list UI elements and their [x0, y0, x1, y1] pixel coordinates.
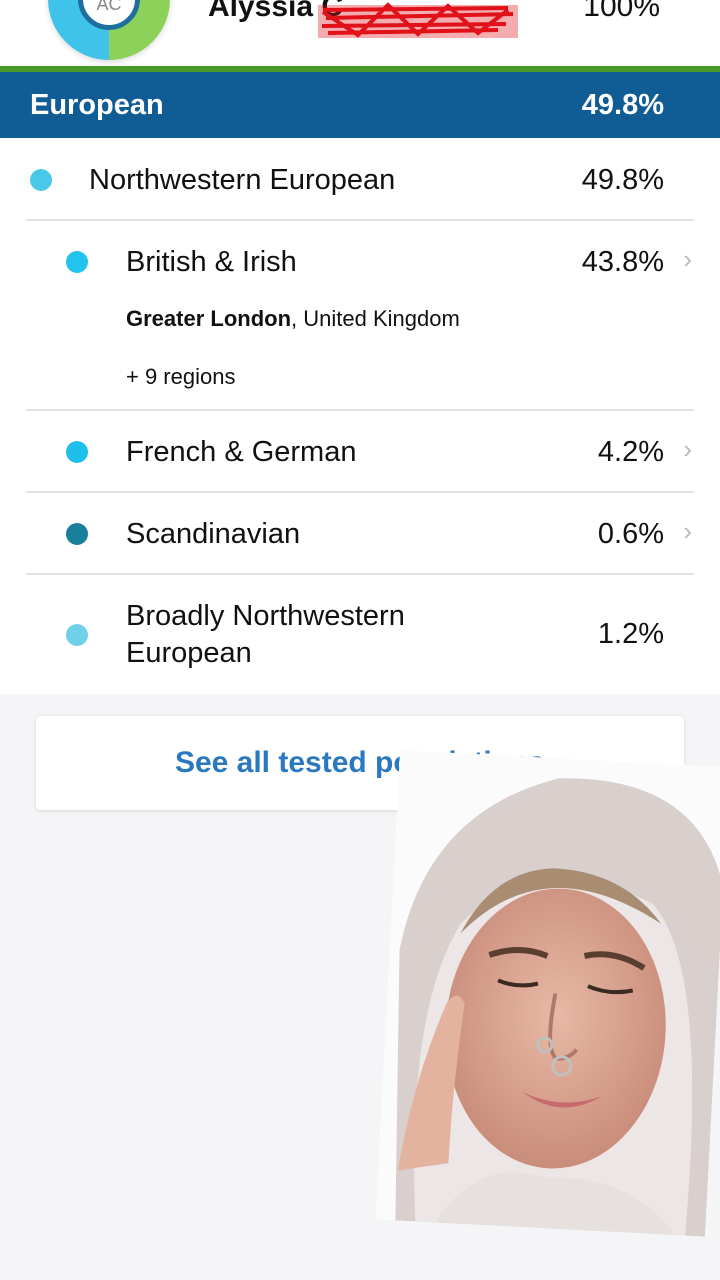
chevron-right-icon: › [683, 244, 692, 274]
more-regions-link[interactable]: + 9 regions [126, 364, 235, 390]
chevron-right-icon: › [683, 434, 692, 464]
chevron-right-icon: › [683, 516, 692, 546]
list-item-british-irish[interactable]: British & Irish 43.8% › Greater London, … [0, 220, 720, 410]
list-item-label: Northwestern European [89, 164, 396, 196]
list-item-percent: 1.2% [597, 618, 664, 650]
ancestry-donut-avatar[interactable]: AC [48, 0, 170, 60]
avatar-initials: AC [96, 0, 122, 14]
location-country: , United Kingdom [291, 306, 460, 331]
color-dot [30, 169, 52, 191]
avatar: AC [78, 0, 140, 30]
list-item-label: British & Irish [126, 246, 297, 278]
section-label: European [30, 89, 164, 121]
list-item-percent: 4.2% [597, 436, 664, 468]
list-item-northwestern-european: Northwestern European 49.8% [0, 138, 720, 220]
color-dot [66, 523, 88, 545]
list-item-percent: 49.8% [581, 164, 664, 196]
list-item-scandinavian[interactable]: Scandinavian 0.6% › [0, 492, 720, 574]
ancestry-list: Northwestern European 49.8% British & Ir… [0, 138, 720, 694]
color-dot [66, 251, 88, 273]
redaction-scribble [318, 2, 518, 38]
location-city: Greater London [126, 306, 292, 331]
label-line-1: Broadly Northwestern [126, 600, 405, 632]
list-item-label: Scandinavian [126, 518, 301, 550]
list-item-broadly-northwestern: Broadly Northwestern European 1.2% [0, 574, 720, 694]
color-dot [66, 441, 88, 463]
user-percent: 100% [583, 0, 660, 23]
section-header-european[interactable]: European 49.8% [0, 72, 720, 138]
list-item-percent: 43.8% [581, 246, 664, 278]
list-item-french-german[interactable]: French & German 4.2% › [0, 410, 720, 492]
list-item-label: French & German [126, 436, 357, 468]
label-line-2: European [126, 637, 252, 669]
user-header: AC Alyssia C 100% [0, 0, 720, 66]
color-dot [66, 624, 88, 646]
list-item-label: Broadly Northwestern European [126, 598, 405, 672]
section-percent: 49.8% [581, 89, 664, 121]
selfie-overlay-image [375, 750, 720, 1237]
top-location: Greater London, United Kingdom [126, 306, 460, 332]
list-item-percent: 0.6% [597, 518, 664, 550]
